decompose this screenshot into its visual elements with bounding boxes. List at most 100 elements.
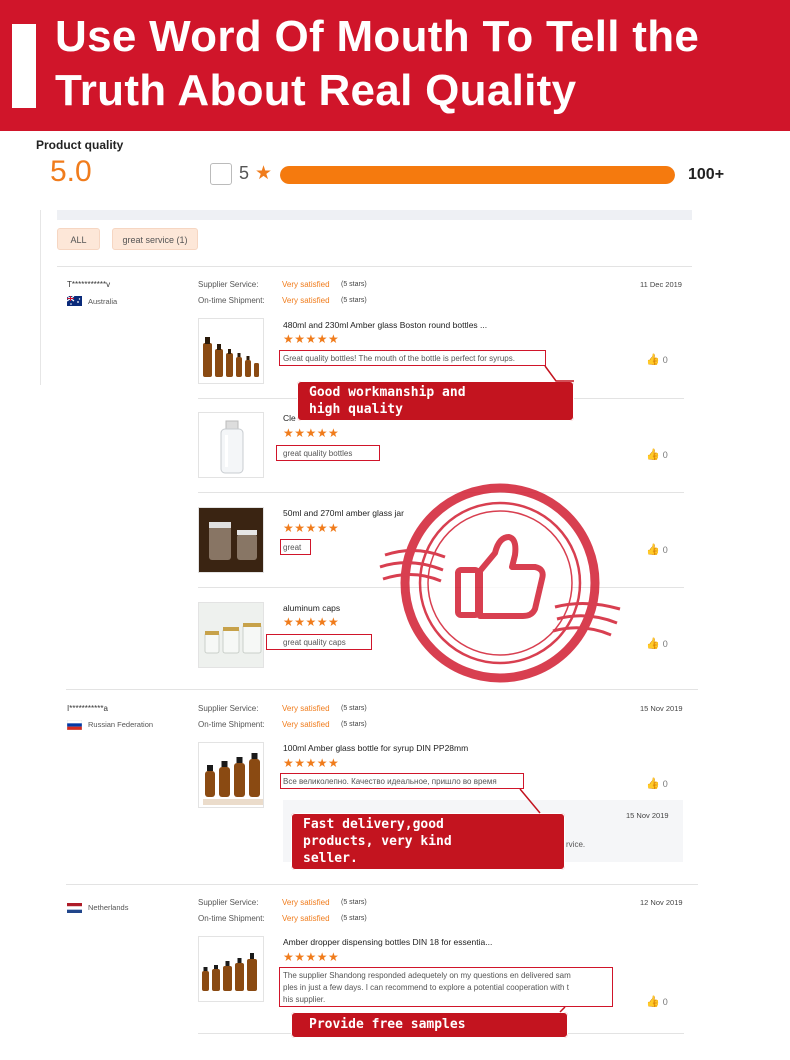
reply-date: 15 Nov 2019 xyxy=(626,811,669,820)
supplier-service-label: Supplier Service: xyxy=(198,280,259,289)
clear-bottle-image xyxy=(220,420,244,474)
header-banner: Use Word Of Mouth To Tell the Truth Abou… xyxy=(0,0,790,131)
like-count: 0 xyxy=(662,355,668,365)
product-title[interactable]: 100ml Amber glass bottle for syrup DIN P… xyxy=(283,743,468,753)
thumbs-up-stamp-icon xyxy=(379,483,621,683)
divider xyxy=(57,266,692,267)
callout-workmanship: Good workmanship and high quality xyxy=(297,381,574,421)
shipment-label: On-time Shipment: xyxy=(198,914,265,923)
product-quality-score: 5.0 xyxy=(50,155,92,188)
product-title[interactable]: aluminum caps xyxy=(283,603,340,613)
like-button[interactable]: 👍 0 xyxy=(646,448,668,461)
banner-title: Use Word Of Mouth To Tell the Truth Abou… xyxy=(55,12,700,115)
highlight-box xyxy=(280,539,311,555)
reply-text: rvice. xyxy=(566,840,586,849)
amber-bottles-image xyxy=(203,337,259,377)
product-rating-stars: ★★★★★ xyxy=(283,950,340,964)
product-title[interactable]: 480ml and 230ml Amber glass Boston round… xyxy=(283,320,487,330)
like-button[interactable]: 👍 0 xyxy=(646,777,668,790)
highlight-box xyxy=(279,350,546,366)
product-title[interactable]: Amber dropper dispensing bottles DIN 18 … xyxy=(283,937,492,947)
product-thumbnail[interactable] xyxy=(198,936,264,1002)
supplier-service-stars: (5 stars) xyxy=(341,899,367,906)
star-filter-checkbox[interactable] xyxy=(210,163,232,185)
supplier-service-label: Supplier Service: xyxy=(198,898,259,907)
shipment-stars: (5 stars) xyxy=(341,297,367,304)
review-date: 12 Nov 2019 xyxy=(640,898,683,907)
product-rating-stars: ★★★★★ xyxy=(283,756,340,770)
shipment-label: On-time Shipment: xyxy=(198,720,265,729)
review-date: 11 Dec 2019 xyxy=(640,280,682,289)
thumbs-up-icon: 👍 xyxy=(646,544,660,556)
tag-all[interactable]: ALL xyxy=(57,228,100,250)
flag-netherlands-icon xyxy=(67,903,82,913)
flag-russia-icon xyxy=(67,720,82,730)
callout-free-samples: Provide free samples xyxy=(291,1012,568,1038)
divider xyxy=(66,884,698,885)
product-thumbnail[interactable] xyxy=(198,412,264,478)
like-button[interactable]: 👍 0 xyxy=(646,353,668,366)
amber-dropper-bottles-image xyxy=(202,953,257,991)
product-rating-stars: ★★★★★ xyxy=(283,521,340,535)
reviewer-name: T***********v xyxy=(67,280,111,289)
callout-fast-delivery: Fast delivery,good products, very kind s… xyxy=(291,813,565,870)
highlight-box xyxy=(279,967,613,1007)
callout-text: Good workmanship and high quality xyxy=(309,385,466,417)
thumbs-up-icon: 👍 xyxy=(646,778,660,790)
rating-progress-fill xyxy=(280,166,675,184)
callout-text: Fast delivery,good products, very kind s… xyxy=(303,817,452,866)
like-button[interactable]: 👍 0 xyxy=(646,637,668,650)
supplier-service-stars: (5 stars) xyxy=(341,705,367,712)
like-count: 0 xyxy=(662,450,668,460)
callout-text: Provide free samples xyxy=(309,1017,466,1032)
supplier-service-value: Very satisfied xyxy=(282,898,330,907)
shipment-value: Very satisfied xyxy=(282,720,330,729)
filter-strip xyxy=(57,210,692,220)
product-thumbnail[interactable] xyxy=(198,318,264,384)
shipment-stars: (5 stars) xyxy=(341,915,367,922)
amber-bottles-image xyxy=(203,753,263,805)
flag-australia-icon xyxy=(67,296,82,306)
aluminum-caps-image xyxy=(199,603,263,667)
tag-great-service[interactable]: great service (1) xyxy=(112,228,198,250)
product-thumbnail[interactable] xyxy=(198,602,264,668)
reviewer-country: Russian Federation xyxy=(88,720,154,729)
like-button[interactable]: 👍 0 xyxy=(646,995,668,1008)
shipment-value: Very satisfied xyxy=(282,914,330,923)
product-rating-stars: ★★★★★ xyxy=(283,615,340,629)
reviewer-country: Australia xyxy=(88,297,118,306)
like-count: 0 xyxy=(662,779,668,789)
like-count: 0 xyxy=(662,545,668,555)
product-thumbnail[interactable] xyxy=(198,507,264,573)
star-icon: ★ xyxy=(255,163,273,184)
shipment-stars: (5 stars) xyxy=(341,721,367,728)
rating-progress-bar xyxy=(280,166,675,184)
highlight-box xyxy=(266,634,372,650)
reviewer-name: I***********a xyxy=(67,704,108,713)
banner-accent-bar xyxy=(12,24,36,108)
like-button[interactable]: 👍 0 xyxy=(646,543,668,556)
highlight-box xyxy=(280,773,524,789)
reviewer-country: Netherlands xyxy=(88,903,129,912)
supplier-service-label: Supplier Service: xyxy=(198,704,259,713)
product-quality-label: Product quality xyxy=(36,138,124,152)
product-rating-stars: ★★★★★ xyxy=(283,426,340,440)
supplier-service-value: Very satisfied xyxy=(282,704,330,713)
left-divider xyxy=(40,210,41,385)
rating-count: 100+ xyxy=(688,166,725,183)
highlight-box xyxy=(276,445,380,461)
thumbs-up-icon: 👍 xyxy=(646,354,660,366)
glass-jar-image xyxy=(199,508,263,572)
like-count: 0 xyxy=(662,997,668,1007)
product-rating-stars: ★★★★★ xyxy=(283,332,340,346)
like-count: 0 xyxy=(662,639,668,649)
supplier-service-value: Very satisfied xyxy=(282,280,330,289)
product-title[interactable]: Cle xyxy=(283,413,296,423)
product-thumbnail[interactable] xyxy=(198,742,264,808)
thumbs-up-icon: 👍 xyxy=(646,996,660,1008)
thumbs-up-icon: 👍 xyxy=(646,449,660,461)
shipment-value: Very satisfied xyxy=(282,296,330,305)
supplier-service-stars: (5 stars) xyxy=(341,281,367,288)
shipment-label: On-time Shipment: xyxy=(198,296,265,305)
review-date: 15 Nov 2019 xyxy=(640,704,683,713)
